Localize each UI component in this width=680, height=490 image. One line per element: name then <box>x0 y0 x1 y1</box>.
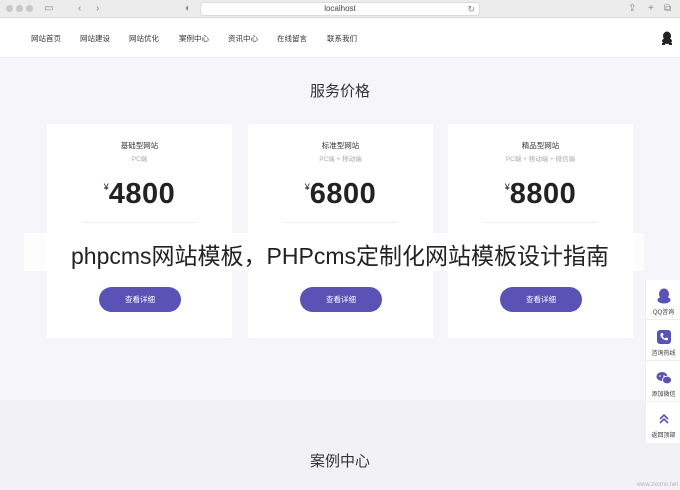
view-details-button[interactable]: 查看详细 <box>300 287 382 312</box>
chevron-up-icon <box>658 413 669 424</box>
wechat-icon <box>656 372 672 385</box>
card-subtitle: PC端 <box>131 156 148 163</box>
price-block: ¥6800 <box>248 178 433 211</box>
share-icon[interactable]: ⇪ <box>628 2 636 16</box>
side-item-label: 返回顶部 <box>651 433 676 439</box>
side-item-label: QQ咨询 <box>652 310 675 316</box>
tab-overview-icon[interactable]: ⧉ <box>664 2 671 16</box>
pricing-section-title: 服务价格 <box>309 83 370 100</box>
window-close-button[interactable] <box>6 5 13 12</box>
cases-section-title: 案例中心 <box>309 453 370 470</box>
price-block: ¥4800 <box>47 178 232 211</box>
currency-symbol: ¥ <box>304 182 310 192</box>
card-divider <box>283 222 398 223</box>
card-divider <box>483 222 598 223</box>
price-value: 8800 <box>509 178 577 210</box>
side-item-qq[interactable]: QQ咨询 <box>646 280 680 320</box>
nav-item-seo[interactable]: 网站优化 <box>129 33 159 44</box>
back-icon[interactable]: ‹ <box>78 2 81 16</box>
nav-item-news[interactable]: 资讯中心 <box>228 33 258 44</box>
nav-item-message[interactable]: 在线留言 <box>277 33 307 44</box>
pricing-card-basic: 基础型网站 PC端 ¥4800 查看详细 <box>47 124 232 338</box>
price-value: 6800 <box>309 178 377 210</box>
pricing-card-premium: 精品型网站 PC端 + 移动端 + 微信端 ¥8800 查看详细 <box>448 124 633 338</box>
reload-icon[interactable]: ↻ <box>467 3 475 15</box>
card-title: 标准型网站 <box>321 141 360 150</box>
side-item-label: 添加微信 <box>651 392 676 398</box>
sidebar-toggle-icon[interactable]: ▭ <box>44 2 53 16</box>
headline-overlay-text: phpcms网站模板，PHPcms定制化网站模板设计指南 <box>71 243 609 269</box>
privacy-shield-icon: ◐ <box>185 3 192 14</box>
card-title: 精品型网站 <box>521 141 560 150</box>
nav-item-cases[interactable]: 案例中心 <box>179 33 209 44</box>
browser-toolbar: ▭ ‹ › ◐ localhost ↻ ⇪ + ⧉ <box>0 0 680 18</box>
qq-icon <box>657 288 670 304</box>
currency-symbol: ¥ <box>504 182 510 192</box>
qq-icon[interactable] <box>661 31 673 45</box>
side-item-label: 咨询热线 <box>651 351 676 357</box>
price-value: 4800 <box>108 178 176 210</box>
card-divider <box>82 222 197 223</box>
nav-item-home[interactable]: 网站首页 <box>31 33 61 44</box>
url-text: localhost <box>324 4 356 13</box>
address-bar[interactable]: localhost ↻ <box>200 2 480 16</box>
card-subtitle: PC端 + 移动端 + 微信端 <box>505 156 576 163</box>
price-block: ¥8800 <box>448 178 633 211</box>
cases-section-bg <box>0 400 680 490</box>
watermark: www.zxcms.net <box>636 482 678 488</box>
card-title: 基础型网站 <box>120 141 159 150</box>
window-zoom-button[interactable] <box>26 5 33 12</box>
nav-item-contact[interactable]: 联系我们 <box>327 33 357 44</box>
new-tab-icon[interactable]: + <box>648 2 654 16</box>
site-navbar: 网站首页 网站建设 网站优化 案例中心 资讯中心 在线留言 联系我们 <box>0 18 680 58</box>
view-details-button[interactable]: 查看详细 <box>500 287 582 312</box>
nav-item-build[interactable]: 网站建设 <box>80 33 110 44</box>
currency-symbol: ¥ <box>103 182 109 192</box>
phone-icon <box>656 330 671 344</box>
side-item-wechat[interactable]: 添加微信 <box>646 362 680 402</box>
window-minimize-button[interactable] <box>16 5 23 12</box>
side-item-hotline[interactable]: 咨询热线 <box>646 321 680 361</box>
side-item-back-to-top[interactable]: 返回顶部 <box>646 403 680 443</box>
forward-icon[interactable]: › <box>96 2 99 16</box>
view-details-button[interactable]: 查看详细 <box>99 287 181 312</box>
pricing-card-standard: 标准型网站 PC端 + 移动端 ¥6800 查看详细 <box>248 124 433 338</box>
card-subtitle: PC端 + 移动端 <box>319 156 362 163</box>
floating-side-toolbar: QQ咨询 咨询热线 添加微信 返回顶部 <box>645 280 680 443</box>
